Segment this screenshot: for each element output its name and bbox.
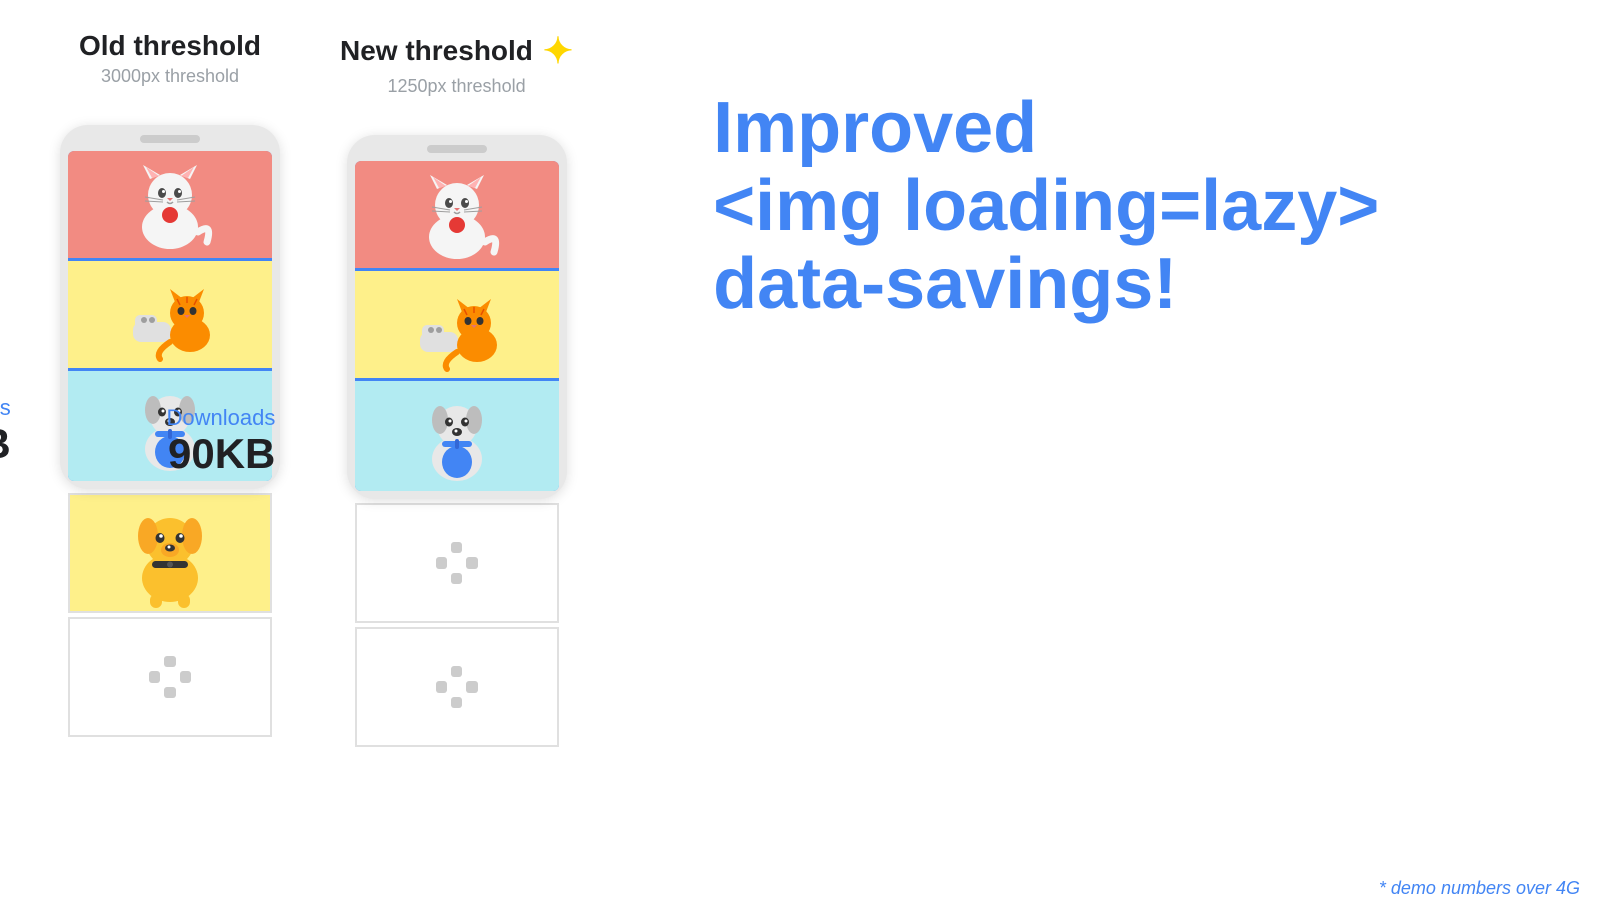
old-downloads-label-area: Downloads 160KB bbox=[0, 395, 11, 467]
sparkle-icon: ✦ bbox=[543, 30, 573, 72]
improved-line2: <img loading=lazy> bbox=[713, 166, 1379, 246]
improved-line1: Improved bbox=[713, 88, 1037, 168]
new-phone-screen bbox=[355, 161, 559, 491]
improved-line3: data-savings! bbox=[713, 244, 1177, 324]
old-threshold-subtitle: 3000px threshold bbox=[79, 66, 261, 87]
new-threshold-header: New threshold ✦ 1250px threshold bbox=[340, 30, 573, 97]
new-threshold-content: Downloads 90KB bbox=[347, 135, 567, 747]
orange-cat-svg bbox=[125, 267, 215, 362]
new-downloads-size: 90KB bbox=[167, 431, 276, 477]
new-loading-spinner-2 bbox=[432, 662, 482, 712]
old-downloads-text: Downloads bbox=[0, 395, 11, 421]
old-yellow-dog-image bbox=[68, 493, 272, 613]
old-below-phone bbox=[68, 493, 272, 737]
demo-note: * demo numbers over 4G bbox=[1379, 878, 1580, 899]
new-phone-notch bbox=[427, 145, 487, 153]
main-container: Old threshold 3000px threshold Downloads… bbox=[0, 0, 1600, 919]
old-cat-image bbox=[68, 151, 272, 261]
right-content-area: Improved <img loading=lazy> data-savings… bbox=[633, 30, 1540, 323]
old-downloads-size: 160KB bbox=[0, 421, 11, 467]
new-loading-placeholder-1 bbox=[355, 503, 559, 623]
old-loading-placeholder bbox=[68, 617, 272, 737]
loading-spinner-1 bbox=[145, 652, 195, 702]
new-below-phone bbox=[355, 503, 559, 747]
new-threshold-column: New threshold ✦ 1250px threshold Downloa… bbox=[340, 30, 573, 747]
new-orange-cat-image bbox=[355, 271, 559, 381]
new-loading-spinner-1 bbox=[432, 538, 482, 588]
old-threshold-title-text: Old threshold bbox=[79, 30, 261, 62]
new-orange-cat-svg bbox=[412, 277, 502, 372]
new-downloads-text: Downloads bbox=[167, 405, 276, 431]
phone-notch bbox=[140, 135, 200, 143]
new-phone-mockup bbox=[347, 135, 567, 499]
new-downloads-label-area: Downloads 90KB bbox=[167, 405, 276, 477]
old-orange-cat-image bbox=[68, 261, 272, 371]
new-dog-blue-svg bbox=[412, 384, 502, 489]
improved-headline: Improved <img loading=lazy> data-savings… bbox=[713, 90, 1540, 323]
new-loading-placeholder-2 bbox=[355, 627, 559, 747]
white-cat-svg bbox=[125, 157, 215, 252]
new-downloads-section: Downloads 90KB bbox=[347, 135, 567, 747]
new-white-cat-svg bbox=[412, 167, 502, 262]
new-threshold-subtitle: 1250px threshold bbox=[340, 76, 573, 97]
yellow-dog-svg bbox=[120, 498, 220, 608]
old-threshold-column: Old threshold 3000px threshold Downloads… bbox=[60, 30, 280, 737]
new-threshold-title: New threshold ✦ bbox=[340, 30, 573, 72]
new-dog-image bbox=[355, 381, 559, 491]
old-threshold-title: Old threshold bbox=[79, 30, 261, 62]
new-cat-image bbox=[355, 161, 559, 271]
new-threshold-title-text: New threshold bbox=[340, 35, 533, 67]
old-threshold-header: Old threshold 3000px threshold bbox=[79, 30, 261, 87]
